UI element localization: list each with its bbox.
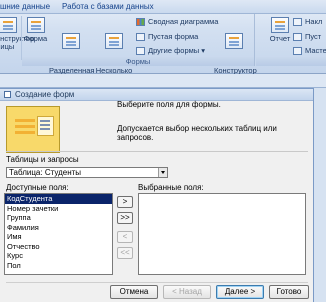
- wizard-banner-image: [6, 106, 60, 153]
- ribbon: шние данные Работа с базами данных онстр…: [0, 0, 326, 83]
- list-item[interactable]: Отчество: [5, 242, 112, 252]
- available-fields-label: Доступные поля:: [6, 183, 69, 192]
- selected-fields-label: Выбранные поля:: [138, 183, 204, 192]
- blank-report-icon: [293, 32, 302, 41]
- chevron-down-icon[interactable]: [158, 168, 167, 177]
- next-button[interactable]: Далее >: [216, 285, 264, 299]
- blank-form-icon: [136, 32, 145, 41]
- form-wizard-dialog: Создание форм Выберите поля для формы. Д…: [0, 88, 314, 302]
- list-item[interactable]: Номер зачетки: [5, 204, 112, 214]
- intro-text-1: Выберите поля для формы.: [117, 100, 221, 109]
- blank-form-button[interactable]: Пустая форма: [136, 32, 198, 41]
- tab-external-data[interactable]: шние данные: [0, 2, 50, 11]
- tables-select[interactable]: Таблица: Студенты: [6, 167, 168, 178]
- list-item[interactable]: Пол: [5, 261, 112, 271]
- form-button[interactable]: Форма: [23, 17, 48, 43]
- ribbon-bottom-strip: [0, 74, 326, 88]
- cancel-button[interactable]: Отмена: [110, 285, 158, 299]
- more-forms-button[interactable]: Другие формы ▾: [136, 46, 205, 55]
- finish-button[interactable]: Готово: [269, 285, 309, 299]
- form-design-icon: [225, 33, 243, 49]
- remove-field-button[interactable]: <: [117, 231, 133, 243]
- form-icon: [26, 17, 45, 33]
- report-button[interactable]: Отчет: [269, 17, 291, 43]
- add-all-fields-button[interactable]: >>: [117, 212, 133, 224]
- remove-all-fields-button[interactable]: <<: [117, 247, 133, 259]
- available-fields-list[interactable]: КодСтудента Номер зачетки Группа Фамилия…: [4, 193, 113, 275]
- reports-group-label: [256, 57, 326, 66]
- list-item[interactable]: Группа: [5, 213, 112, 223]
- split-form-icon: [62, 33, 80, 49]
- report-more-button[interactable]: Масте: [293, 46, 326, 55]
- tables-label: Таблицы и запросы: [6, 155, 79, 164]
- blank-report-button[interactable]: Пуст: [293, 32, 321, 41]
- tab-database-tools[interactable]: Работа с базами данных: [62, 2, 154, 11]
- table-design-icon: [0, 17, 17, 33]
- list-item[interactable]: КодСтудента: [5, 194, 112, 204]
- form-icon: [4, 91, 11, 98]
- report-wizard-button[interactable]: Накл: [293, 17, 322, 26]
- workspace-background: [314, 88, 326, 302]
- list-item[interactable]: Курс: [5, 251, 112, 261]
- table-design-button[interactable]: онструктор лицы: [0, 17, 34, 51]
- add-field-button[interactable]: >: [117, 196, 133, 208]
- multiple-items-icon: [105, 33, 123, 49]
- more-forms-icon: [136, 46, 145, 55]
- pivot-chart-button[interactable]: Сводная диаграмма: [136, 17, 218, 26]
- list-item[interactable]: Имя: [5, 232, 112, 242]
- divider: [6, 151, 308, 152]
- ribbon-tab-row: шние данные Работа с базами данных: [0, 0, 326, 14]
- footer-divider: [6, 282, 308, 283]
- report-wizard-icon: [293, 17, 302, 26]
- intro-text-2: Допускается выбор нескольких таблиц или …: [117, 124, 277, 142]
- selected-fields-list[interactable]: [138, 193, 306, 275]
- report-icon: [271, 17, 289, 33]
- list-item[interactable]: Фамилия: [5, 223, 112, 233]
- back-button[interactable]: < Назад: [163, 285, 211, 299]
- report-more-icon: [293, 46, 302, 55]
- chart-icon: [136, 17, 145, 26]
- dialog-title: Создание форм: [15, 90, 75, 99]
